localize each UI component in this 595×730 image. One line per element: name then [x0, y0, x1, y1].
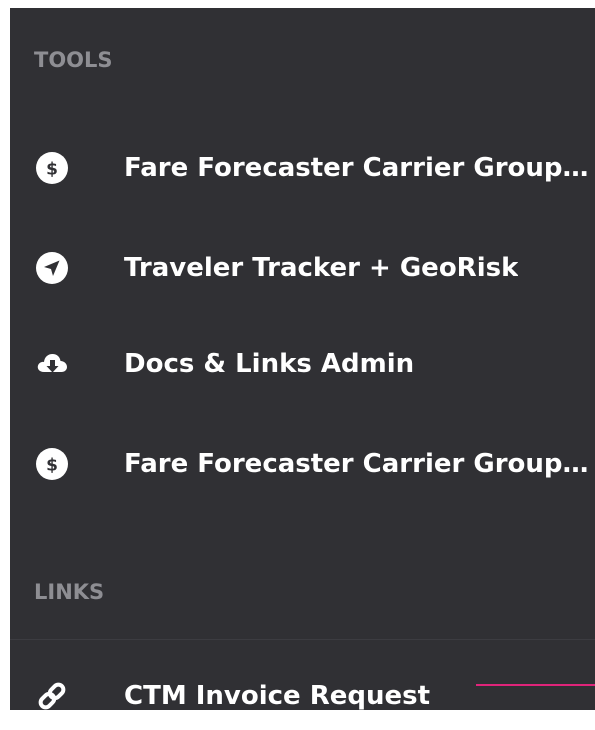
location-arrow-icon [36, 252, 68, 284]
tools-item-label: Fare Forecaster Carrier Group Report [124, 449, 594, 479]
svg-text:$: $ [46, 456, 58, 476]
tools-item-label: Docs & Links Admin [124, 349, 415, 379]
links-item-label: CTM Invoice Request [124, 681, 431, 710]
svg-text:$: $ [46, 160, 58, 180]
tools-item-label: Traveler Tracker + GeoRisk [124, 253, 519, 283]
links-section-header: LINKS [34, 580, 105, 604]
link-icon [38, 682, 66, 710]
dollar-circle-icon: $ [36, 448, 68, 480]
tools-item-label: Fare Forecaster Carrier Group Report [124, 153, 594, 183]
dollar-circle-icon: $ [36, 152, 68, 184]
links-item-ctm-invoice-request[interactable]: CTM Invoice Request [10, 666, 595, 710]
section-divider [10, 639, 595, 640]
tools-item-docs-links-admin[interactable]: Docs & Links Admin [10, 334, 595, 394]
cloud-download-icon [37, 354, 67, 373]
tools-section-header: TOOLS [34, 48, 113, 72]
tools-item-fare-forecaster[interactable]: $ Fare Forecaster Carrier Group Report [10, 138, 595, 198]
tools-item-fare-forecaster-2[interactable]: $ Fare Forecaster Carrier Group Report [10, 434, 595, 494]
sidebar-panel: TOOLS $ Fare Forecaster Carrier Group Re… [10, 8, 595, 710]
tools-item-traveler-tracker[interactable]: Traveler Tracker + GeoRisk [10, 238, 595, 298]
accent-line [476, 684, 595, 686]
